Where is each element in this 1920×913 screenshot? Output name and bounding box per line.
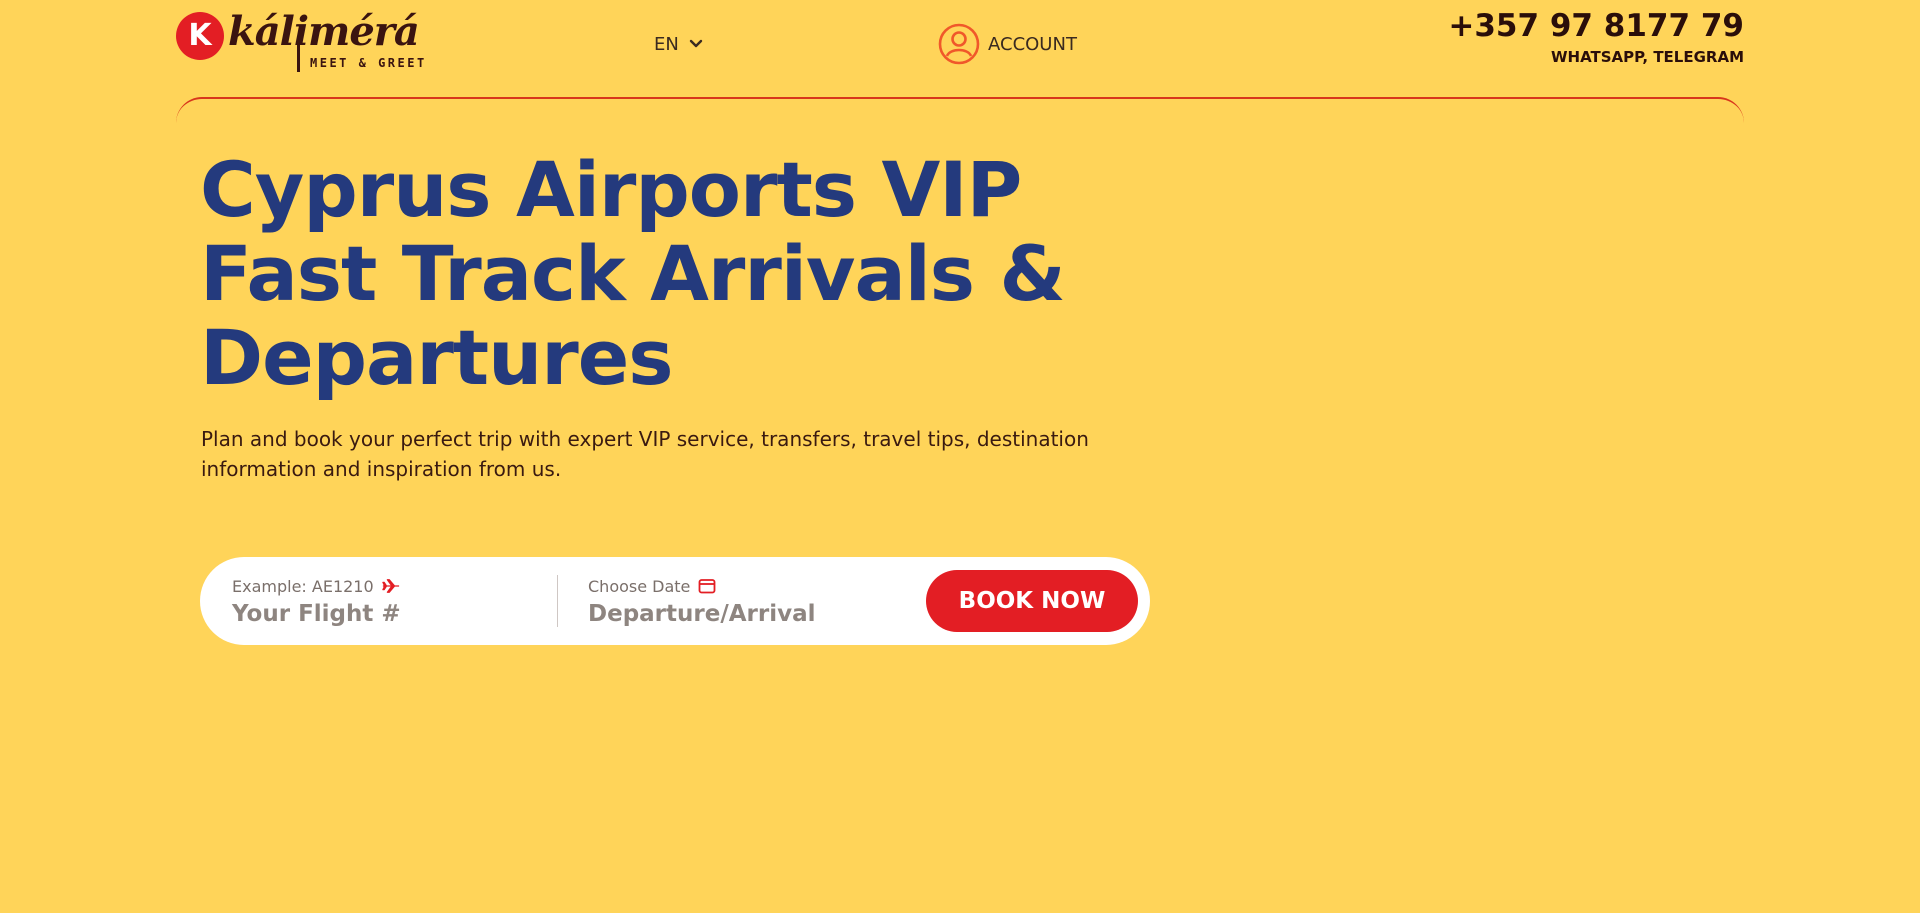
language-selected: EN [654,33,679,55]
flight-number-input[interactable]: Your Flight # [232,601,532,627]
date-label: Choose Date [588,576,691,596]
calendar-icon [699,579,716,594]
account-link[interactable]: ACCOUNT [938,22,1077,66]
logo-badge: K [176,12,224,60]
whatsapp-link[interactable]: WHATSAPP [1551,48,1642,66]
date-input[interactable]: Departure/Arrival [588,601,888,627]
telegram-link[interactable]: TELEGRAM [1653,48,1744,66]
date-field[interactable]: Choose Date Departure/Arrival [588,575,888,628]
phone-link[interactable]: +357 97 8177 79 [1448,8,1744,44]
book-now-button[interactable]: BOOK NOW [926,570,1138,632]
logo[interactable]: K kálimérá MEET & GREET [176,8,436,74]
header-divider [176,97,1744,125]
site-header: K kálimérá MEET & GREET EN ACCOUNT +357 … [176,0,1744,98]
hero-subtitle: Plan and book your perfect trip with exp… [201,427,1089,481]
contact-block: +357 97 8177 79 WHATSAPP, TELEGRAM [1448,8,1744,66]
page: K kálimérá MEET & GREET EN ACCOUNT +357 … [0,0,1920,913]
hero-title: Cyprus Airports VIP Fast Track Arrivals … [200,145,1066,402]
logo-tagline: MEET & GREET [310,56,427,70]
contact-channels: WHATSAPP, TELEGRAM [1448,48,1744,66]
booking-form: Example: AE1210 Your Flight # Choose Dat… [200,557,1150,645]
account-label: ACCOUNT [988,33,1077,55]
language-selector[interactable]: EN [654,32,703,56]
field-separator [557,575,558,627]
flight-number-label-row: Example: AE1210 [232,575,532,597]
date-label-row: Choose Date [588,575,888,597]
flight-number-label: Example: AE1210 [232,576,374,596]
channel-separator: , [1642,48,1654,66]
chevron-down-icon [689,39,703,48]
flight-number-field[interactable]: Example: AE1210 Your Flight # [232,575,532,628]
user-circle-icon [938,23,980,65]
airplane-icon [381,579,399,593]
logo-stem [297,44,300,72]
logo-wordmark: kálimérá [228,8,420,55]
